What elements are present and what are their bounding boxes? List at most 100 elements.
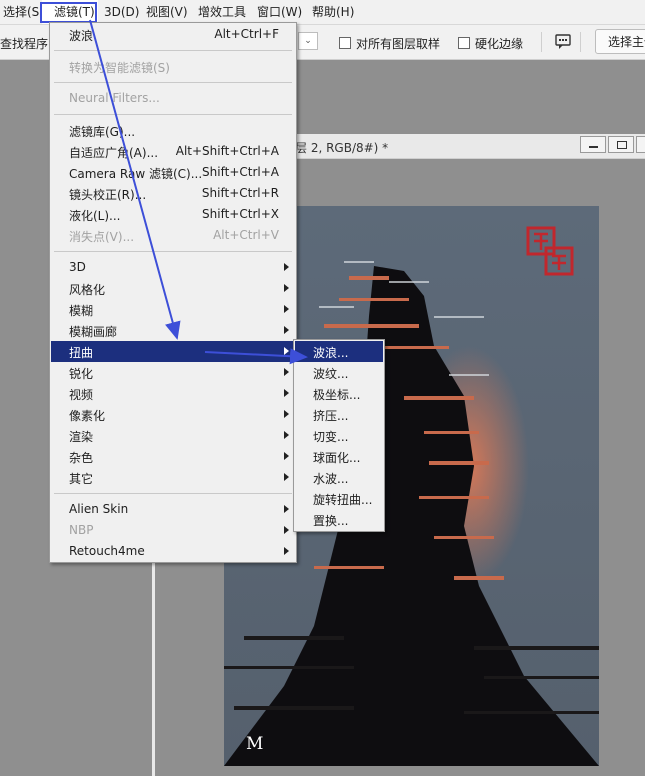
chevron-down-icon: ⌄ [304, 36, 312, 46]
menu-item-blur[interactable]: 模糊 [51, 299, 295, 320]
menu-window[interactable]: 窗口(W) [257, 0, 302, 24]
menu-item-shortcut: Alt+Ctrl+F [214, 27, 279, 41]
menu-item-camera-raw[interactable]: Camera Raw 滤镜(C)... Shift+Ctrl+A [51, 162, 295, 183]
menu-item-convert-smart-filter: 转换为智能滤镜(S) [51, 56, 295, 77]
submenu-arrow-icon [284, 284, 289, 292]
options-divider [541, 32, 542, 52]
menu-item-stylize[interactable]: 风格化 [51, 278, 295, 299]
filter-menu: 波浪 Alt+Ctrl+F 转换为智能滤镜(S) Neural Filters.… [49, 22, 297, 563]
menu-divider [54, 82, 292, 83]
submenu-arrow-icon [284, 389, 289, 397]
submenu-item-displace[interactable]: 置换... [295, 509, 383, 530]
submenu-item-zigzag[interactable]: 水波... [295, 467, 383, 488]
menu-item-label: 其它 [69, 472, 94, 486]
menu-item-video[interactable]: 视频 [51, 383, 295, 404]
menu-item-alien-skin[interactable]: Alien Skin [51, 499, 295, 520]
menu-help[interactable]: 帮助(H) [312, 0, 354, 24]
menu-item-shortcut: Shift+Ctrl+X [202, 207, 279, 221]
sample-all-layers-checkbox[interactable] [339, 37, 351, 49]
menu-item-label: Retouch4me [69, 544, 145, 558]
options-divider [580, 32, 581, 52]
submenu-arrow-icon [284, 473, 289, 481]
menu-item-other[interactable]: 其它 [51, 467, 295, 488]
menu-item-label: 视频 [69, 388, 94, 402]
menu-item-label: 液化(L)... [69, 209, 121, 223]
menu-item-label: 模糊 [69, 304, 94, 318]
menu-item-label: 自适应广角(A)... [69, 146, 159, 160]
distort-submenu: 波浪... 波纹... 极坐标... 挤压... 切变... 球面化... 水波… [293, 339, 385, 532]
submenu-item-wave[interactable]: 波浪... [295, 341, 383, 362]
menu-item-label: 渲染 [69, 430, 94, 444]
menu-item-label: 镜头校正(R)... [69, 188, 147, 202]
submenu-arrow-icon [284, 263, 289, 271]
document-title: 层 2, RGB/8#) * [295, 141, 389, 155]
menu-item-last-filter[interactable]: 波浪 Alt+Ctrl+F [51, 24, 295, 45]
menu-item-shortcut: Shift+Ctrl+A [202, 165, 279, 179]
menu-item-blur-gallery[interactable]: 模糊画廊 [51, 320, 295, 341]
submenu-item-twirl[interactable]: 旋转扭曲... [295, 488, 383, 509]
menu-item-retouch4me[interactable]: Retouch4me [51, 541, 295, 562]
minimize-button[interactable] [580, 136, 606, 153]
menu-item-noise[interactable]: 杂色 [51, 446, 295, 467]
menu-plugins[interactable]: 增效工具 [198, 0, 246, 24]
hardness-edge-checkbox[interactable] [458, 37, 470, 49]
submenu-arrow-icon [284, 547, 289, 555]
submenu-item-label: 置换... [313, 514, 349, 528]
menu-item-label: 转换为智能滤镜(S) [69, 61, 170, 75]
submenu-item-label: 水波... [313, 472, 349, 486]
close-button[interactable] [636, 136, 645, 153]
submenu-arrow-icon [284, 347, 289, 355]
menu-item-label: Camera Raw 滤镜(C)... [69, 167, 203, 181]
red-seal-stamp [526, 226, 574, 276]
submenu-arrow-icon [284, 452, 289, 460]
menu-view[interactable]: 视图(V) [146, 0, 188, 24]
menu-item-label: Neural Filters... [69, 91, 160, 105]
menu-item-shortcut: Alt+Ctrl+V [213, 228, 279, 242]
options-dropdown[interactable]: ⌄ [298, 32, 318, 50]
find-program-label[interactable]: 查找程序 [0, 35, 48, 52]
menu-item-label: Alien Skin [69, 502, 129, 516]
menu-item-sharpen[interactable]: 锐化 [51, 362, 295, 383]
submenu-item-label: 旋转扭曲... [313, 493, 373, 507]
submenu-item-pinch[interactable]: 挤压... [295, 404, 383, 425]
menu-divider [54, 114, 292, 115]
submenu-item-spherize[interactable]: 球面化... [295, 446, 383, 467]
submenu-arrow-icon [284, 305, 289, 313]
submenu-item-label: 波浪... [313, 346, 349, 360]
submenu-arrow-icon [284, 326, 289, 334]
menu-item-render[interactable]: 渲染 [51, 425, 295, 446]
sample-all-layers-label: 对所有图层取样 [356, 37, 441, 51]
menu-divider [54, 251, 292, 252]
menu-item-neural-filters: Neural Filters... [51, 88, 295, 109]
submenu-item-shear[interactable]: 切变... [295, 425, 383, 446]
menu-divider [54, 493, 292, 494]
menu-item-label: 滤镜库(G)... [69, 125, 136, 139]
select-subject-button[interactable]: 选择主体 [595, 29, 645, 54]
submenu-item-ripple[interactable]: 波纹... [295, 362, 383, 383]
submenu-item-label: 波纹... [313, 367, 349, 381]
menu-item-filter-gallery[interactable]: 滤镜库(G)... [51, 120, 295, 141]
menu-item-label: 风格化 [69, 283, 106, 297]
submenu-item-polar-coordinates[interactable]: 极坐标... [295, 383, 383, 404]
submenu-arrow-icon [284, 505, 289, 513]
menu-item-label: 杂色 [69, 451, 94, 465]
menu-item-nbp: NBP [51, 520, 295, 541]
chat-icon[interactable] [555, 34, 571, 53]
menu-select[interactable]: 选择(S [3, 0, 39, 24]
menu-item-3d[interactable]: 3D [51, 257, 295, 278]
document-tab[interactable]: 层 2, RGB/8#) * [290, 134, 645, 159]
menu-3d[interactable]: 3D(D) [104, 0, 139, 24]
maximize-icon [617, 141, 627, 149]
menu-item-label: 消失点(V)... [69, 230, 135, 244]
menu-item-liquify[interactable]: 液化(L)... Shift+Ctrl+X [51, 204, 295, 225]
menu-item-lens-correction[interactable]: 镜头校正(R)... Shift+Ctrl+R [51, 183, 295, 204]
submenu-arrow-icon [284, 368, 289, 376]
menu-item-adaptive-wide-angle[interactable]: 自适应广角(A)... Alt+Shift+Ctrl+A [51, 141, 295, 162]
maximize-button[interactable] [608, 136, 634, 153]
menu-item-pixelate[interactable]: 像素化 [51, 404, 295, 425]
submenu-arrow-icon [284, 526, 289, 534]
menu-item-distort[interactable]: 扭曲 [51, 341, 295, 362]
menu-filter[interactable]: 滤镜(T) [42, 0, 98, 24]
minimize-icon [589, 146, 598, 148]
menu-item-label: NBP [69, 523, 94, 537]
